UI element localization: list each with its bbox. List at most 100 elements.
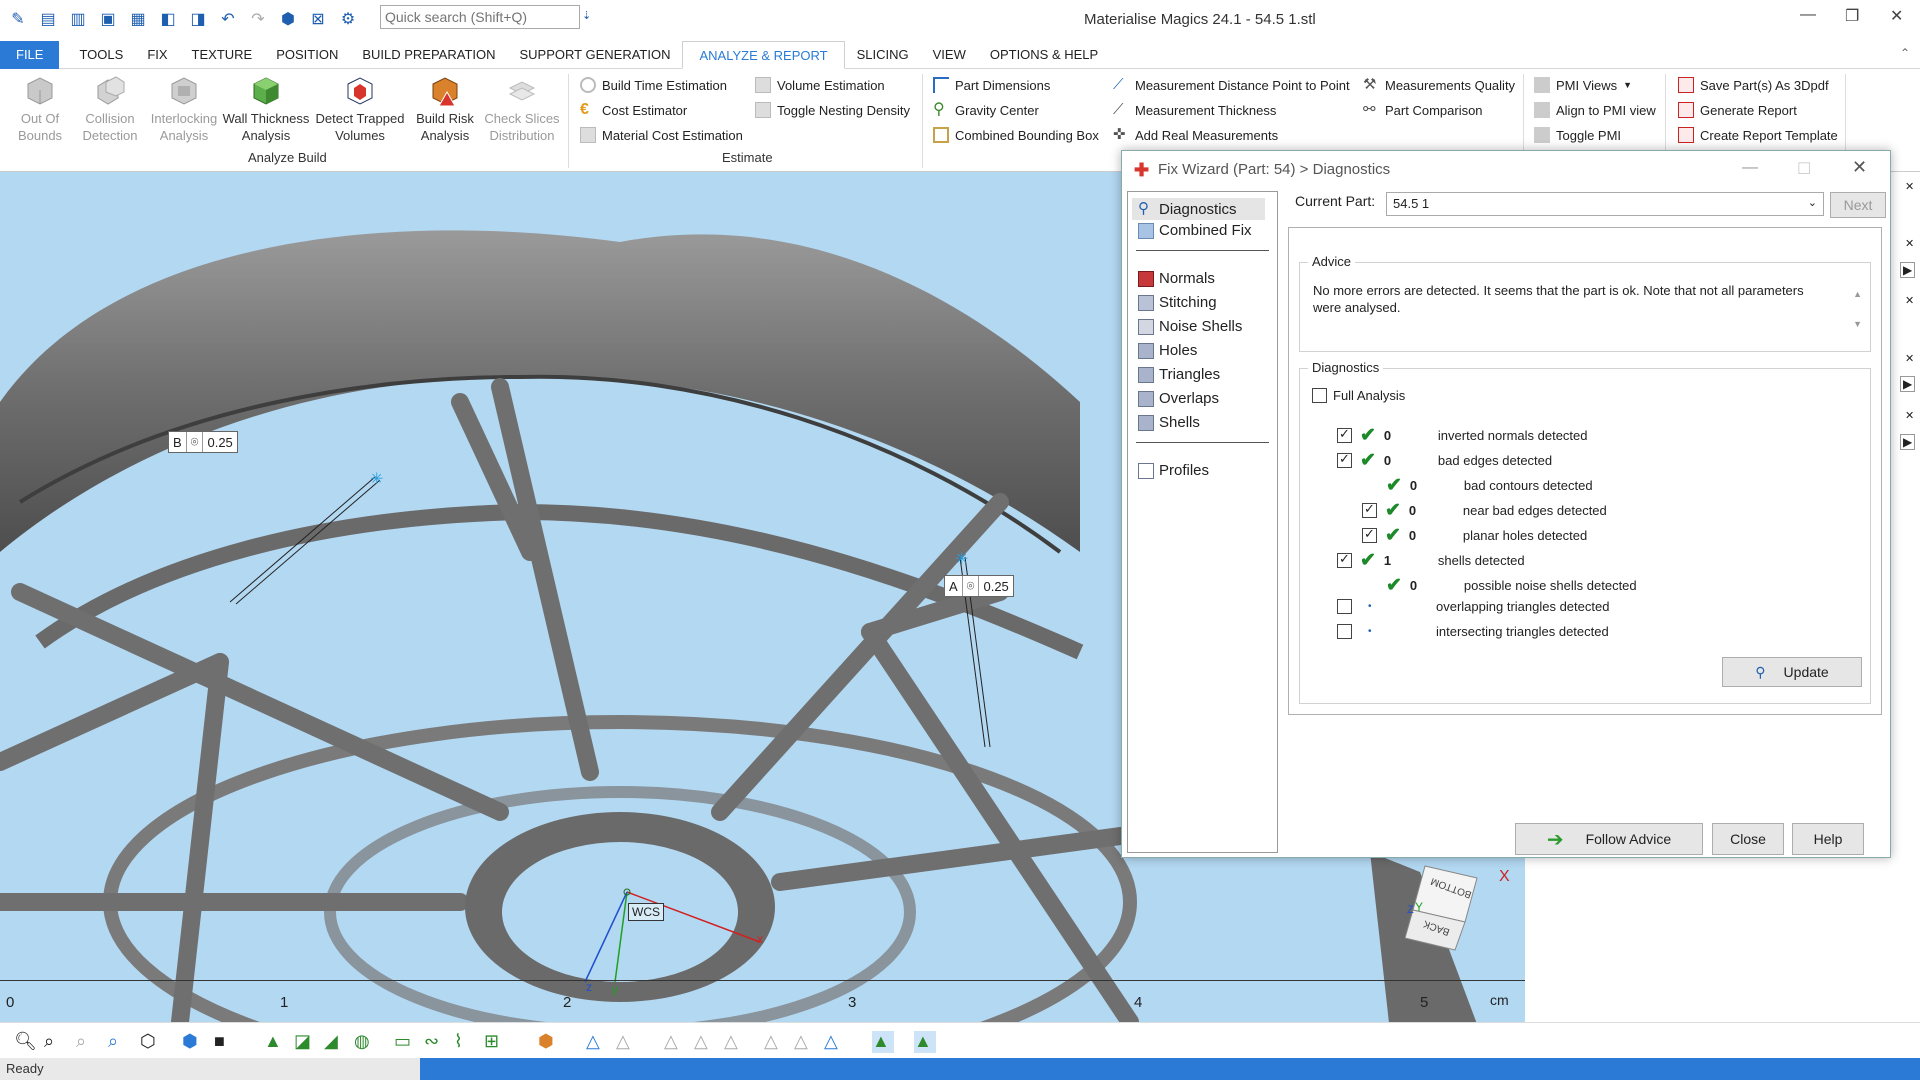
near-bad-edges-checkbox[interactable] [1362, 501, 1377, 518]
measurement-label-b[interactable]: B ⌾ 0.25 [168, 431, 238, 453]
save-as-3dpdf-button[interactable]: Save Part(s) As 3Dpdf [1678, 77, 1829, 93]
follow-advice-button[interactable]: ➔ Follow Advice [1515, 823, 1703, 855]
fix-view-icon[interactable]: ▲ [914, 1031, 936, 1053]
save-as-icon[interactable]: ▦ [126, 7, 150, 31]
import-icon[interactable]: ◧ [156, 7, 180, 31]
nav-profiles[interactable]: Profiles [1138, 462, 1209, 479]
triangle-tool-icon[interactable]: △ [664, 1031, 686, 1053]
panel-expand-icon[interactable]: ▶ [1900, 376, 1916, 392]
tab-fix[interactable]: FIX [135, 41, 179, 69]
minimize-icon[interactable]: — [1800, 6, 1816, 24]
gravity-center-button[interactable]: ⚲ Gravity Center [933, 102, 1039, 118]
collapse-ribbon-icon[interactable]: ⌃ [1900, 46, 1910, 60]
create-report-template-button[interactable]: Create Report Template [1678, 127, 1838, 143]
build-time-estimation-button[interactable]: Build Time Estimation [580, 77, 727, 93]
nav-triangles[interactable]: Triangles [1138, 366, 1220, 383]
shells-checkbox[interactable] [1337, 551, 1352, 568]
new-file-icon[interactable]: ▤ [36, 7, 60, 31]
shaded-view-icon[interactable]: ■ [214, 1031, 236, 1053]
overlapping-triangles-checkbox[interactable] [1337, 599, 1352, 614]
tab-texture[interactable]: TEXTURE [180, 41, 265, 69]
triangle-tool-icon[interactable]: △ [724, 1031, 746, 1053]
align-to-pmi-view-button[interactable]: Align to PMI view [1534, 102, 1656, 118]
view-cube-close-icon[interactable]: X [1499, 868, 1510, 886]
select-plane-icon[interactable]: ◪ [294, 1031, 316, 1053]
panel-expand-icon[interactable]: ▶ [1900, 434, 1916, 450]
box-select-icon[interactable]: ▭ [394, 1031, 416, 1053]
normal-view-icon[interactable]: ▲ [872, 1031, 894, 1053]
triangle-tool-icon[interactable]: △ [794, 1031, 816, 1053]
open-file-icon[interactable]: ▥ [66, 7, 90, 31]
full-analysis-checkbox[interactable] [1312, 388, 1327, 403]
triangle-tool-icon[interactable]: △ [824, 1031, 846, 1053]
quick-search-dropdown-icon[interactable]: ⇣ [582, 9, 591, 22]
panel-close-icon[interactable]: ✕ [1905, 237, 1914, 250]
undo-icon[interactable]: ↶ [216, 7, 240, 31]
nav-holes[interactable]: Holes [1138, 342, 1197, 359]
nav-overlaps[interactable]: Overlaps [1138, 390, 1219, 407]
export-icon[interactable]: ◨ [186, 7, 210, 31]
help-button[interactable]: Help [1792, 823, 1864, 855]
panel-expand-icon[interactable]: ▶ [1900, 262, 1916, 278]
part-dimensions-button[interactable]: Part Dimensions [933, 77, 1050, 93]
inverted-normals-checkbox[interactable] [1337, 426, 1352, 443]
measurements-quality-button[interactable]: ⚒ Measurements Quality [1363, 77, 1515, 93]
measurement-label-a[interactable]: A ⌾ 0.25 [944, 575, 1014, 597]
build-risk-analysis-button[interactable]: Build Risk Analysis [410, 74, 480, 144]
zoom-all-icon[interactable]: ⌕ [108, 1031, 130, 1053]
cube-icon[interactable]: ⬢ [276, 7, 300, 31]
zoom-window-icon[interactable]: ⌕ [44, 1031, 66, 1053]
nav-combined-fix[interactable]: Combined Fix [1138, 222, 1252, 239]
panel-close-icon[interactable]: ✕ [1905, 409, 1914, 422]
check-slices-distribution-button[interactable]: Check Slices Distribution [482, 74, 562, 144]
panel-close-icon[interactable]: ✕ [1905, 294, 1914, 307]
toggle-pmi-button[interactable]: Toggle PMI [1534, 127, 1621, 143]
restore-icon[interactable]: ❐ [1845, 6, 1859, 26]
next-button[interactable]: Next [1830, 192, 1886, 218]
update-button[interactable]: ⚲ Update [1722, 657, 1862, 687]
planar-holes-checkbox[interactable] [1362, 526, 1377, 543]
dialog-minimize-icon[interactable]: — [1742, 159, 1758, 177]
out-of-bounds-button[interactable]: Out Of Bounds [10, 74, 70, 144]
close-window-icon[interactable]: ✕ [1890, 6, 1903, 26]
select-shell-icon[interactable]: ◍ [354, 1031, 376, 1053]
dialog-maximize-icon[interactable]: ☐ [1797, 159, 1811, 179]
select-surface-icon[interactable]: ◢ [324, 1031, 346, 1053]
advice-scroll-icon[interactable]: ▲ ▼ [1853, 279, 1862, 339]
detect-trapped-volumes-button[interactable]: Detect Trapped Volumes [312, 74, 408, 144]
volume-estimation-button[interactable]: Volume Estimation [755, 77, 885, 93]
brush-icon[interactable]: ⌇ [454, 1031, 476, 1053]
save-icon[interactable]: ▣ [96, 7, 120, 31]
cost-estimator-button[interactable]: € Cost Estimator [580, 102, 687, 118]
add-real-measurements-button[interactable]: ✜ Add Real Measurements [1113, 127, 1278, 143]
wall-thickness-analysis-button[interactable]: Wall Thickness Analysis [222, 74, 310, 144]
tab-options-help[interactable]: OPTIONS & HELP [978, 41, 1110, 69]
nav-noise-shells[interactable]: Noise Shells [1138, 318, 1242, 335]
zoom-icon[interactable]: 🔍︎ [14, 1031, 37, 1053]
tab-slicing[interactable]: SLICING [845, 41, 921, 69]
remove-part-icon[interactable]: ⊠ [306, 7, 330, 31]
settings-icon[interactable]: ⚙ [336, 7, 360, 31]
material-cost-estimation-button[interactable]: Material Cost Estimation [580, 127, 743, 143]
tab-view[interactable]: VIEW [921, 41, 978, 69]
zoom-part-icon[interactable]: ⌕ [76, 1031, 98, 1053]
close-button[interactable]: Close [1712, 823, 1784, 855]
triangle-tool-icon[interactable]: △ [764, 1031, 786, 1053]
generate-report-button[interactable]: Generate Report [1678, 102, 1797, 118]
measurement-thickness-button[interactable]: ⟋ Measurement Thickness [1113, 102, 1276, 118]
current-part-select[interactable]: 54.5 1 ⌄ [1386, 192, 1824, 216]
triangle-tool-icon[interactable]: △ [616, 1031, 638, 1053]
bad-edges-checkbox[interactable] [1337, 451, 1352, 468]
app-logo-icon[interactable]: ✎ [6, 7, 30, 31]
combined-bounding-box-button[interactable]: Combined Bounding Box [933, 127, 1099, 143]
pmi-views-button[interactable]: PMI Views ▼ [1534, 77, 1632, 93]
redo-icon[interactable]: ↷ [246, 7, 270, 31]
nav-stitching[interactable]: Stitching [1138, 294, 1217, 311]
tab-position[interactable]: POSITION [264, 41, 350, 69]
grow-selection-icon[interactable]: ⊞ [484, 1031, 506, 1053]
full-analysis-checkbox-row[interactable]: Full Analysis [1312, 388, 1405, 403]
nav-normals[interactable]: Normals [1138, 270, 1215, 287]
toggle-nesting-density-button[interactable]: Toggle Nesting Density [755, 102, 910, 118]
quick-search-input[interactable] [380, 5, 580, 29]
tab-file[interactable]: FILE [0, 40, 60, 69]
